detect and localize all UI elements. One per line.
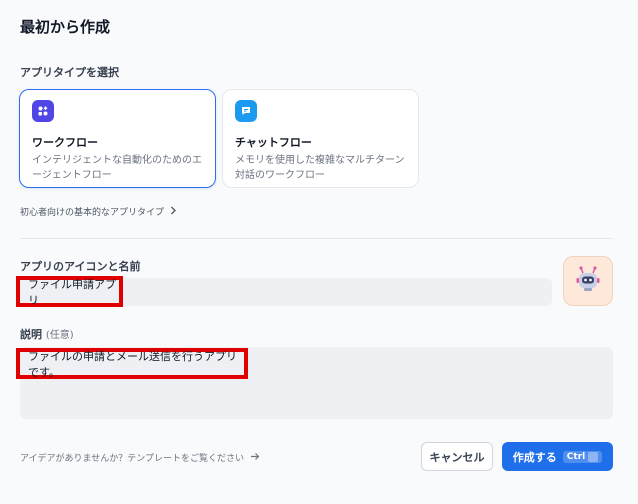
create-button-label: 作成する	[512, 450, 557, 464]
template-link[interactable]: アイデアがありませんか？テンプレートをご覧ください	[20, 451, 260, 464]
workflow-icon	[32, 100, 54, 122]
description-label-text: 説明	[20, 328, 42, 341]
shortcut-hint: Ctrl	[562, 450, 603, 463]
arrow-right-icon	[250, 452, 260, 464]
app-name-value-highlight: ファイル申請アプリ	[16, 276, 123, 307]
workflow-desc: インテリジェントな自動化のためのエージェントフロー	[32, 155, 202, 181]
enter-key-icon	[588, 451, 599, 462]
chatflow-desc: メモリを使用した複雑なマルチターン対話のワークフロー	[235, 155, 405, 181]
workflow-name: ワークフロー	[32, 136, 98, 149]
beginner-link-label: 初心者向けの基本的なアプリタイプ	[20, 208, 165, 218]
app-name-label: アプリのアイコンと名前	[20, 260, 141, 273]
create-button[interactable]: 作成する Ctrl	[502, 442, 613, 471]
template-link-label: アイデアがありませんか？テンプレートをご覧ください	[20, 454, 245, 464]
app-icon-picker[interactable]	[563, 256, 613, 306]
cancel-button[interactable]: キャンセル	[421, 442, 493, 471]
chevron-right-icon	[170, 206, 177, 218]
dialog-title: 最初から作成	[20, 18, 111, 36]
chatflow-name: チャットフロー	[235, 136, 312, 149]
divider	[20, 238, 613, 239]
description-label: 説明 (任意)	[20, 326, 74, 342]
beginner-app-types-link[interactable]: 初心者向けの基本的なアプリタイプ	[20, 205, 177, 218]
app-type-chatflow-card[interactable]: チャットフロー メモリを使用した複雑なマルチターン対話のワークフロー	[222, 89, 419, 188]
chat-icon	[235, 100, 257, 122]
description-value-highlight: ファイルの申請とメール送信を行うアプリです。	[16, 348, 248, 379]
shortcut-key-ctrl: Ctrl	[566, 451, 586, 462]
description-optional-text: (任意)	[45, 330, 74, 341]
app-name-value: ファイル申請アプリ	[28, 277, 116, 307]
app-type-label: アプリタイプを選択	[20, 66, 119, 79]
description-value: ファイルの申請とメール送信を行うアプリです。	[28, 349, 237, 379]
robot-icon	[573, 264, 603, 298]
app-type-workflow-card[interactable]: ワークフロー インテリジェントな自動化のためのエージェントフロー	[19, 89, 216, 188]
